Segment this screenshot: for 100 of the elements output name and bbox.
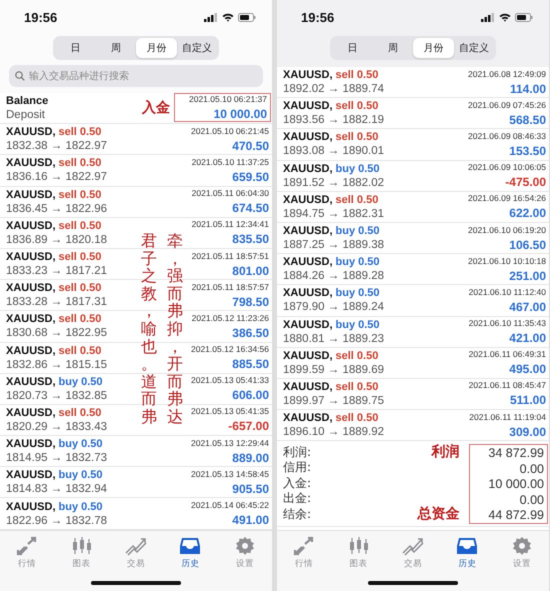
candlestick-icon <box>70 536 93 556</box>
diagonal-arrows-icon <box>16 536 38 556</box>
tab-bar-item[interactable]: 历史 <box>440 531 495 575</box>
entry-time: 2021.06.10 11:12:40 <box>468 286 546 297</box>
trade-side: sell 0.50 <box>58 344 102 357</box>
tab-bar-item[interactable]: 历史 <box>163 531 218 575</box>
entry-time: 2021.05.14 06:45:22 <box>191 500 269 510</box>
inbox-icon <box>456 536 478 556</box>
symbol-label: XAUUSD, <box>283 194 333 206</box>
trade-side: sell 0.50 <box>58 126 102 138</box>
period-tab[interactable]: 自定义 <box>176 38 217 58</box>
symbol-label: XAUUSD, <box>6 313 56 326</box>
profit-amount: 491.00 <box>232 513 269 528</box>
price-range: 1836.45 → 1822.96 <box>6 202 108 215</box>
profit-amount: 835.50 <box>232 232 269 246</box>
summary-label: 利润: <box>283 444 312 460</box>
profit-amount: 511.00 <box>510 393 546 408</box>
profit-amount: 470.50 <box>232 138 269 153</box>
summary-label: 结余: <box>283 506 312 522</box>
profit-amount: 386.50 <box>232 326 269 340</box>
tab-bar-item[interactable]: 设置 <box>494 531 550 575</box>
search-icon <box>15 71 25 81</box>
symbol-label: XAUUSD, <box>283 225 333 238</box>
entry-time: 2021.05.13 05:41:35 <box>191 406 269 416</box>
tab-bar-item[interactable]: 交易 <box>386 531 440 575</box>
period-tab[interactable]: 日 <box>332 38 372 58</box>
entry-time: 2021.06.10 11:35:43 <box>468 318 546 328</box>
price-range: 1899.59 → 1889.69 <box>283 364 384 376</box>
entry-time: 2021.06.11 11:19:04 <box>469 412 546 422</box>
entry-time: 2021.06.08 12:49:09 <box>468 68 546 79</box>
price-range: 1884.26 → 1889.28 <box>283 270 384 282</box>
price-range: 1833.23 → 1817.21 <box>6 265 108 278</box>
symbol-label: XAUUSD, <box>6 188 56 201</box>
period-tab[interactable]: 月份 <box>413 38 454 58</box>
status-time: 19:56 <box>301 10 334 24</box>
profit-amount: 251.00 <box>509 268 546 283</box>
trade-side: sell 0.50 <box>336 380 378 393</box>
entry-time: 2021.06.11 08:45:47 <box>468 380 546 390</box>
candlestick-icon <box>348 536 370 556</box>
entry-time: 2021.06.09 08:46:33 <box>468 130 546 141</box>
trade-side: sell 0.50 <box>336 100 378 112</box>
tab-bar-item[interactable]: 设置 <box>218 531 272 575</box>
entry-time: 2021.05.10 06:21:45 <box>191 126 269 136</box>
tab-bar-item[interactable]: 交易 <box>108 531 164 575</box>
period-tab[interactable]: 月份 <box>136 38 176 58</box>
tab-bar-item[interactable]: 图表 <box>54 531 109 575</box>
summary-value: 44 872.99 <box>488 508 544 524</box>
symbol-label: XAUUSD, <box>6 376 56 388</box>
price-range: 1879.90 → 1889.24 <box>283 301 384 314</box>
profit-amount: 106.50 <box>509 238 546 252</box>
search-field[interactable]: 输入交易品种进行搜索 <box>9 65 263 87</box>
period-tab[interactable]: 周 <box>372 38 413 58</box>
period-tab[interactable]: 自定义 <box>454 38 494 58</box>
price-range: 1836.16 → 1822.97 <box>6 171 108 184</box>
tab-bar-item[interactable]: 行情 <box>277 531 332 575</box>
summary-label: 出金: <box>283 491 312 507</box>
entry-time: 2021.05.13 05:41:33 <box>191 375 269 386</box>
entry-time: 2021.05.11 12:34:41 <box>192 219 269 230</box>
summary-value: 0.00 <box>520 492 544 508</box>
diagonal-arrows-icon <box>293 536 316 556</box>
price-range: 1833.28 → 1817.31 <box>6 296 108 308</box>
summary-label: 入金: <box>283 475 312 492</box>
profit-amount: 421.00 <box>509 331 546 346</box>
period-tab[interactable]: 日 <box>55 38 96 58</box>
profit-amount: 114.00 <box>510 82 546 96</box>
status-time: 19:56 <box>24 10 58 24</box>
tab-bar-item[interactable]: 行情 <box>0 531 54 575</box>
period-tab[interactable]: 周 <box>96 38 136 58</box>
price-range: 1814.95 → 1832.73 <box>6 452 108 464</box>
profit-amount: 659.50 <box>232 170 269 184</box>
symbol-label: XAUUSD, <box>283 287 333 300</box>
symbol-label: XAUUSD, <box>6 500 56 513</box>
trade-side: buy 0.50 <box>58 376 103 388</box>
annotation-label: 入金 <box>142 99 170 118</box>
symbol-label: XAUUSD, <box>6 344 56 357</box>
price-range: 1899.97 → 1889.75 <box>283 394 384 407</box>
symbol-label: XAUUSD, <box>6 469 56 482</box>
tab-bar-item[interactable]: 图表 <box>331 531 386 575</box>
profit-amount: 674.50 <box>232 201 269 216</box>
trade-side: sell 0.50 <box>336 131 378 144</box>
signal-icon <box>204 12 218 22</box>
price-range: 1893.08 → 1890.01 <box>283 145 384 158</box>
entry-time: 2021.05.12 11:23:26 <box>192 312 269 323</box>
summary-value: 34 872.99 <box>488 445 544 461</box>
price-range: 1820.29 → 1833.43 <box>6 420 108 433</box>
symbol-label: XAUUSD, <box>283 256 333 268</box>
entry-time: 2021.06.09 10:06:05 <box>468 162 546 172</box>
trade-side: sell 0.50 <box>336 194 378 206</box>
trade-side: buy 0.50 <box>336 256 380 268</box>
entry-time: 2021.05.13 12:29:44 <box>191 438 269 448</box>
trade-side: sell 0.50 <box>58 251 102 264</box>
profit-amount: 495.00 <box>509 362 546 376</box>
entry-time: 2021.05.11 06:04:30 <box>192 188 269 198</box>
profit-amount: -657.00 <box>228 419 269 434</box>
price-range: 1891.52 → 1882.02 <box>283 176 384 189</box>
symbol-label: XAUUSD, <box>6 157 56 170</box>
gear-icon <box>510 536 533 556</box>
annotation-text: 君子之教，喻也。道而弗 <box>140 230 158 428</box>
symbol-label: XAUUSD, <box>6 220 56 232</box>
price-range: 1887.25 → 1889.38 <box>283 239 384 252</box>
